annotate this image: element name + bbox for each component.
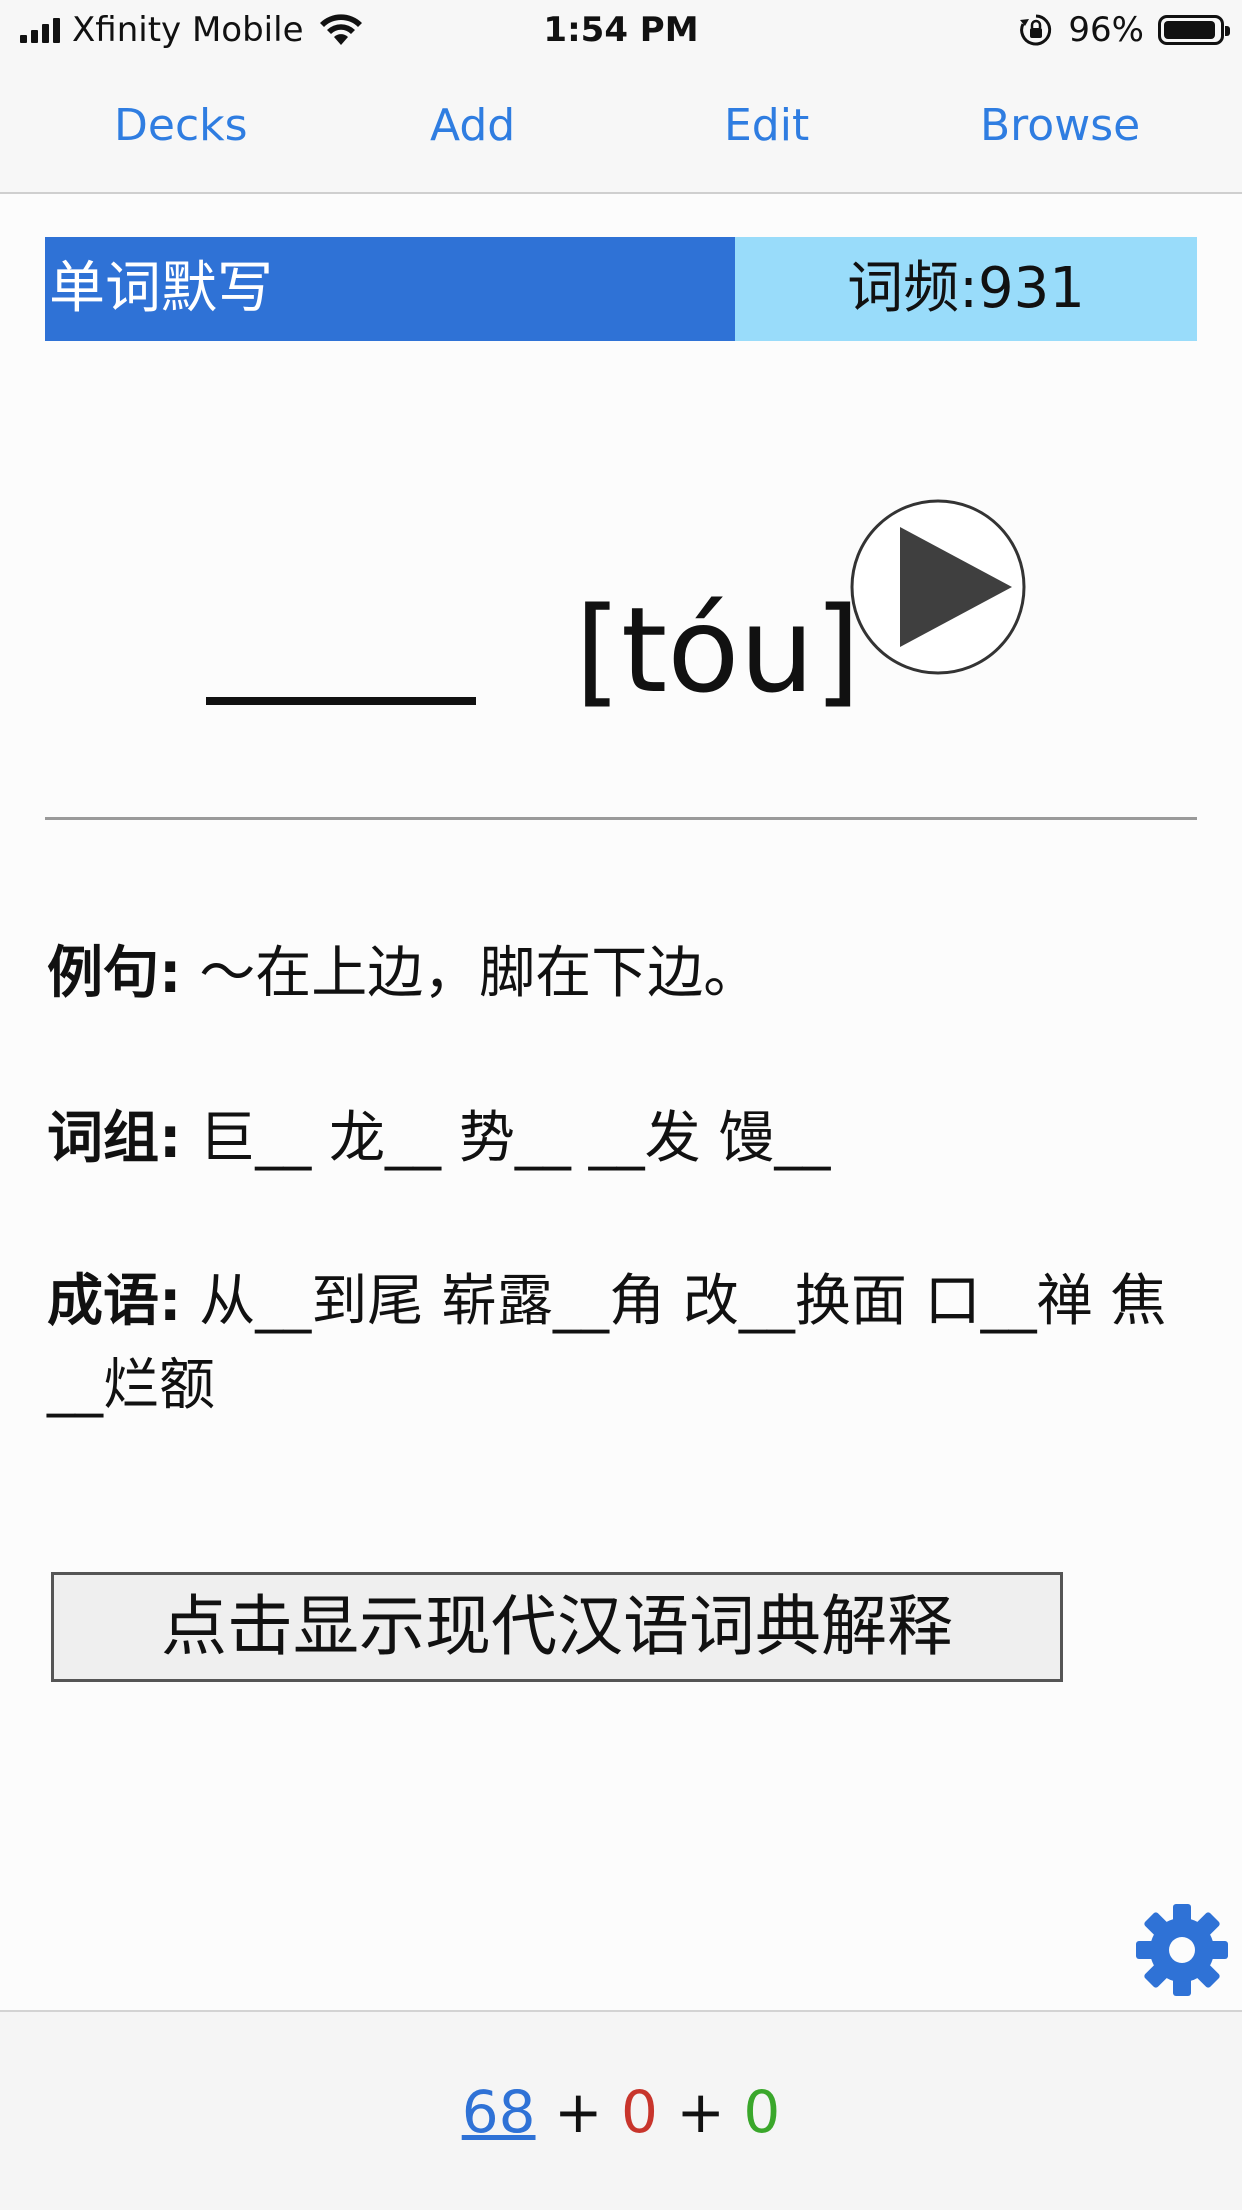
example-sentence: 例句: ～在上边，脚在下边。 [47,932,1197,1016]
due-counts: 68 + 0 + 0 [0,2078,1242,2146]
card-type-title: 单词默写 [45,237,735,341]
idioms: 成语: 从__到尾 崭露__角 改__换面 口__禅 焦__烂额 [47,1260,1197,1428]
plus-sign: + [553,2078,603,2146]
status-bar: Xfinity Mobile 1:54 PM 96% [0,0,1242,62]
word-frequency: 词频:931 [735,237,1197,341]
new-count[interactable]: 68 [462,2078,536,2146]
show-dictionary-button[interactable]: 点击显示现代汉语词典解释 [51,1572,1063,1682]
idiom-text: 从__到尾 崭露__角 改__换面 口__禅 焦__烂额 [47,1269,1167,1418]
rotation-lock-icon [1020,14,1052,46]
browse-button[interactable]: Browse [980,100,1140,151]
example-label: 例句: [47,941,182,1006]
answer-blank [206,697,476,705]
decks-button[interactable]: Decks [114,100,248,151]
edit-button[interactable]: Edit [724,100,809,151]
divider [45,817,1197,820]
phrase-text: 巨__ 龙__ 势__ __发 馒__ [199,1106,831,1171]
battery-icon [1158,15,1230,45]
phrases: 词组: 巨__ 龙__ 势__ __发 馒__ [47,1097,1197,1181]
idiom-label: 成语: [47,1269,182,1334]
battery-percent: 96% [1068,10,1144,50]
card-header: 单词默写 词频:931 [45,237,1197,341]
status-right: 96% [1018,10,1230,50]
review-count: 0 [743,2078,781,2146]
phrase-label: 词组: [47,1106,182,1171]
bottom-bar: 68 + 0 + 0 [0,2010,1242,2210]
learning-count: 0 [621,2078,658,2146]
add-button[interactable]: Add [430,100,515,151]
example-text: ～在上边，脚在下边。 [199,941,760,1006]
play-audio-button[interactable] [850,499,1026,675]
gear-icon[interactable] [1134,1902,1230,1998]
plus-sign: + [676,2078,725,2146]
pinyin: [tóu] [575,581,861,719]
top-nav: Decks Add Edit Browse [0,62,1242,194]
